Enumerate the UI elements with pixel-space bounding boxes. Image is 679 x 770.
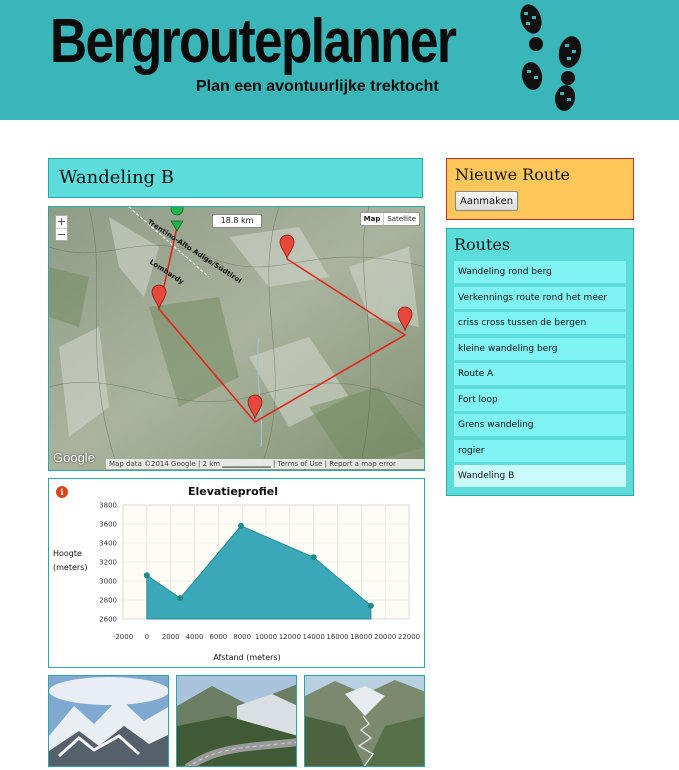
map-type-satellite-button[interactable]: Satellite xyxy=(384,213,419,225)
info-icon-glyph: i xyxy=(60,487,63,497)
google-logo: Google xyxy=(53,450,95,465)
x-tick-label: 12000 xyxy=(279,633,301,641)
map-type-map-button[interactable]: Map xyxy=(361,213,385,225)
elevation-point[interactable] xyxy=(367,602,374,609)
map-attribution[interactable]: Map data ©2014 Google | 2 km ▁▁▁▁▁▁▁▁▁ |… xyxy=(106,459,424,469)
zoom-control[interactable]: + − xyxy=(55,215,68,241)
route-list: Wandeling rond berg Verkennings route ron… xyxy=(454,261,626,491)
photo-pass[interactable] xyxy=(304,675,425,767)
map-type-control[interactable]: Map Satellite xyxy=(359,212,420,226)
x-tick-label: 16000 xyxy=(326,633,348,641)
route-title-panel: Wandeling B xyxy=(48,158,423,198)
route-list-item[interactable]: Verkennings route rond het meer xyxy=(454,286,626,309)
x-tick-label: 10000 xyxy=(255,633,277,641)
y-tick-label: 2600 xyxy=(99,616,117,624)
route-list-item[interactable]: rogier xyxy=(454,439,626,462)
y-axis-label-line1: Hoogte xyxy=(53,549,82,558)
x-tick-label: 2000 xyxy=(162,633,180,641)
elevation-panel: i Elevatieprofiel Hoogte (meters) Afstan… xyxy=(48,478,425,668)
y-tick-label: 2800 xyxy=(99,597,117,605)
x-tick-label: 0 xyxy=(145,633,149,641)
elevation-point[interactable] xyxy=(310,554,317,561)
new-route-panel: Nieuwe Route Aanmaken xyxy=(446,158,634,220)
y-tick-label: 3400 xyxy=(99,540,117,548)
x-tick-label: 22000 xyxy=(398,633,420,641)
y-axis-label-line2: (meters) xyxy=(53,563,87,572)
site-subtitle: Plan een avontuurlijke trektocht xyxy=(196,78,439,95)
create-route-button[interactable]: Aanmaken xyxy=(455,191,519,211)
route-list-item[interactable]: Grens wandeling xyxy=(454,414,626,436)
route-map[interactable]: Trentino-Alto Adige/Südtirol Lombardy + … xyxy=(48,206,425,471)
elevation-point[interactable] xyxy=(177,595,184,602)
route-title: Wandeling B xyxy=(59,167,175,188)
mountain-photo-1 xyxy=(49,676,168,766)
terrain-map[interactable]: Trentino-Alto Adige/Südtirol Lombardy xyxy=(49,207,425,471)
route-list-item[interactable]: Fort loop xyxy=(454,388,626,411)
photo-mountains[interactable] xyxy=(48,675,169,767)
x-axis-label: Afstand (meters) xyxy=(213,653,280,662)
routes-panel: Routes Wandeling rond berg Verkennings ro… xyxy=(446,228,634,496)
y-tick-label: 3800 xyxy=(99,502,117,510)
elevation-point[interactable] xyxy=(143,572,150,579)
x-tick-label: 8000 xyxy=(233,633,251,641)
x-tick-label: 4000 xyxy=(186,633,204,641)
elevation-point[interactable] xyxy=(237,522,244,529)
x-tick-label: 20000 xyxy=(374,633,396,641)
x-tick-label: 14000 xyxy=(303,633,325,641)
photo-road[interactable] xyxy=(176,675,297,767)
route-list-item[interactable]: Wandeling rond berg xyxy=(454,261,626,283)
site-title: Bergrouteplanner xyxy=(50,7,457,76)
x-tick-label: -2000 xyxy=(113,633,133,641)
routes-title: Routes xyxy=(454,235,511,254)
route-list-item[interactable]: kleine wandeling berg xyxy=(454,337,626,360)
y-tick-label: 3600 xyxy=(99,521,117,529)
route-list-item[interactable]: criss cross tussen de bergen xyxy=(454,312,626,334)
chart-title: Elevatieprofiel xyxy=(188,485,278,498)
new-route-title: Nieuwe Route xyxy=(455,165,571,184)
elevation-chart: i Elevatieprofiel Hoogte (meters) Afstan… xyxy=(53,485,420,662)
x-tick-label: 6000 xyxy=(209,633,227,641)
mountain-photo-2 xyxy=(177,676,296,766)
route-list-item[interactable]: Route A xyxy=(454,363,626,385)
route-distance: 18.8 km xyxy=(212,214,262,228)
route-list-item[interactable]: Wandeling B xyxy=(454,465,626,487)
mountain-photo-3 xyxy=(305,676,424,766)
y-tick-label: 3000 xyxy=(99,578,117,586)
y-tick-label: 3200 xyxy=(99,559,117,567)
footprints-logo xyxy=(520,4,582,111)
site-header: Bergrouteplanner Plan een avontuurlijke … xyxy=(0,0,679,120)
zoom-out-button[interactable]: − xyxy=(56,229,67,241)
x-tick-label: 18000 xyxy=(350,633,372,641)
